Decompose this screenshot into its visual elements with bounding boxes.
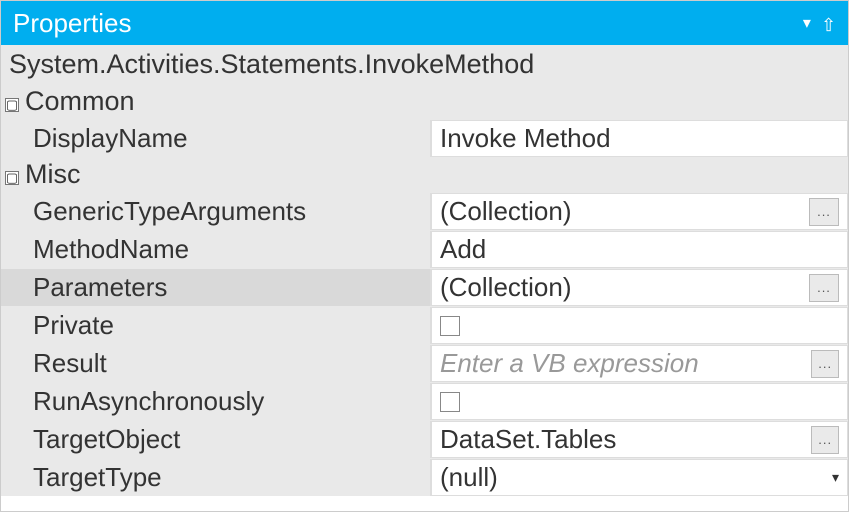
value-displayname[interactable] [431,120,848,157]
label-displayname[interactable]: DisplayName [1,120,431,157]
label-result[interactable]: Result [1,345,431,382]
checkbox-private[interactable] [440,316,460,336]
category-label: Misc [25,159,81,190]
input-methodname[interactable] [440,234,839,265]
value-result[interactable]: ... [431,345,848,382]
row-methodname: MethodName [1,230,848,268]
value-targetobject[interactable]: ... [431,421,848,458]
ellipsis-button[interactable]: ... [809,198,839,226]
input-targetobject[interactable] [440,424,805,455]
ellipsis-button[interactable]: ... [809,274,839,302]
properties-panel: Properties ▾ ⇩ System.Activities.Stateme… [0,0,849,512]
pin-icon[interactable]: ⇩ [821,13,836,34]
text-parameters: (Collection) [440,272,572,303]
category-misc[interactable]: ▢ Misc [1,157,848,192]
ellipsis-button[interactable]: ... [811,426,839,454]
row-targetobject: TargetObject ... [1,420,848,458]
label-generictypeargs[interactable]: GenericTypeArguments [1,193,431,230]
label-targetobject[interactable]: TargetObject [1,421,431,458]
value-parameters[interactable]: (Collection) ... [431,269,848,306]
input-result[interactable] [440,348,805,379]
value-targettype[interactable]: (null) ▾ [431,459,848,496]
label-targettype[interactable]: TargetType [1,459,431,496]
label-private[interactable]: Private [1,307,431,344]
panel-titlebar: Properties ▾ ⇩ [1,1,848,45]
row-displayname: DisplayName [1,119,848,157]
label-parameters[interactable]: Parameters [1,269,431,306]
panel-title: Properties [13,8,132,39]
text-generictypeargs: (Collection) [440,196,572,227]
selected-object-name: System.Activities.Statements.InvokeMetho… [1,45,848,84]
label-methodname[interactable]: MethodName [1,231,431,268]
input-displayname[interactable] [440,123,839,154]
value-methodname[interactable] [431,231,848,268]
ellipsis-button[interactable]: ... [811,350,839,378]
collapse-icon[interactable]: ▢ [5,98,19,112]
text-targettype: (null) [440,462,498,493]
value-generictypeargs[interactable]: (Collection) ... [431,193,848,230]
autohide-arrow-icon[interactable]: ▾ [803,13,811,33]
checkbox-runasync[interactable] [440,392,460,412]
row-parameters: Parameters (Collection) ... [1,268,848,306]
category-common[interactable]: ▢ Common [1,84,848,119]
collapse-icon[interactable]: ▢ [5,171,19,185]
category-label: Common [25,86,135,117]
label-runasync[interactable]: RunAsynchronously [1,383,431,420]
row-private: Private [1,306,848,344]
row-targettype: TargetType (null) ▾ [1,458,848,496]
row-runasync: RunAsynchronously [1,382,848,420]
property-grid: ▢ Common DisplayName ▢ Misc GenericTypeA… [1,84,848,511]
row-generictypeargs: GenericTypeArguments (Collection) ... [1,192,848,230]
row-result: Result ... [1,344,848,382]
value-private[interactable] [431,307,848,344]
value-runasync[interactable] [431,383,848,420]
chevron-down-icon[interactable]: ▾ [832,469,839,486]
